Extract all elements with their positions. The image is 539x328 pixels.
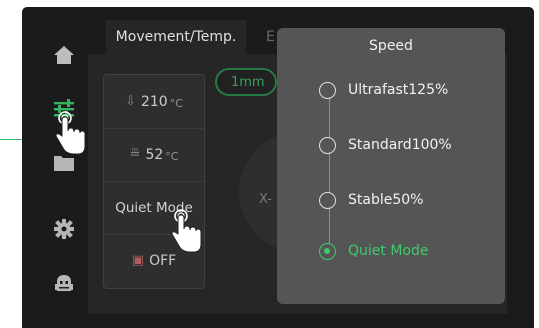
speed-option-quiet[interactable]: Quiet Mode: [319, 241, 428, 261]
speed-option-label: Quiet Mode: [348, 243, 429, 259]
radio-standard[interactable]: [319, 136, 336, 154]
speed-option-stable[interactable]: Stable50%: [319, 190, 423, 210]
printer-screen: Movement/Temp. E ⇩ 210 °C ≞ 52 °C Quiet …: [39, 20, 507, 314]
stage: Movement/Temp. E ⇩ 210 °C ≞ 52 °C Quiet …: [0, 0, 539, 328]
speed-options-track: [329, 93, 330, 253]
speed-option-label: Stable50%: [348, 192, 424, 208]
radio-ultrafast[interactable]: [319, 81, 336, 99]
radio-quiet-selected[interactable]: [319, 242, 336, 260]
speed-title: Speed: [369, 38, 413, 54]
radio-stable[interactable]: [319, 191, 336, 209]
speed-popup: Speed Ultrafast125% Standard100% Stable5…: [277, 28, 505, 304]
speed-option-label: Standard100%: [348, 137, 452, 153]
speed-option-label: Ultrafast125%: [348, 82, 449, 98]
speed-option-ultrafast[interactable]: Ultrafast125%: [319, 80, 448, 100]
speed-option-standard[interactable]: Standard100%: [319, 135, 452, 155]
